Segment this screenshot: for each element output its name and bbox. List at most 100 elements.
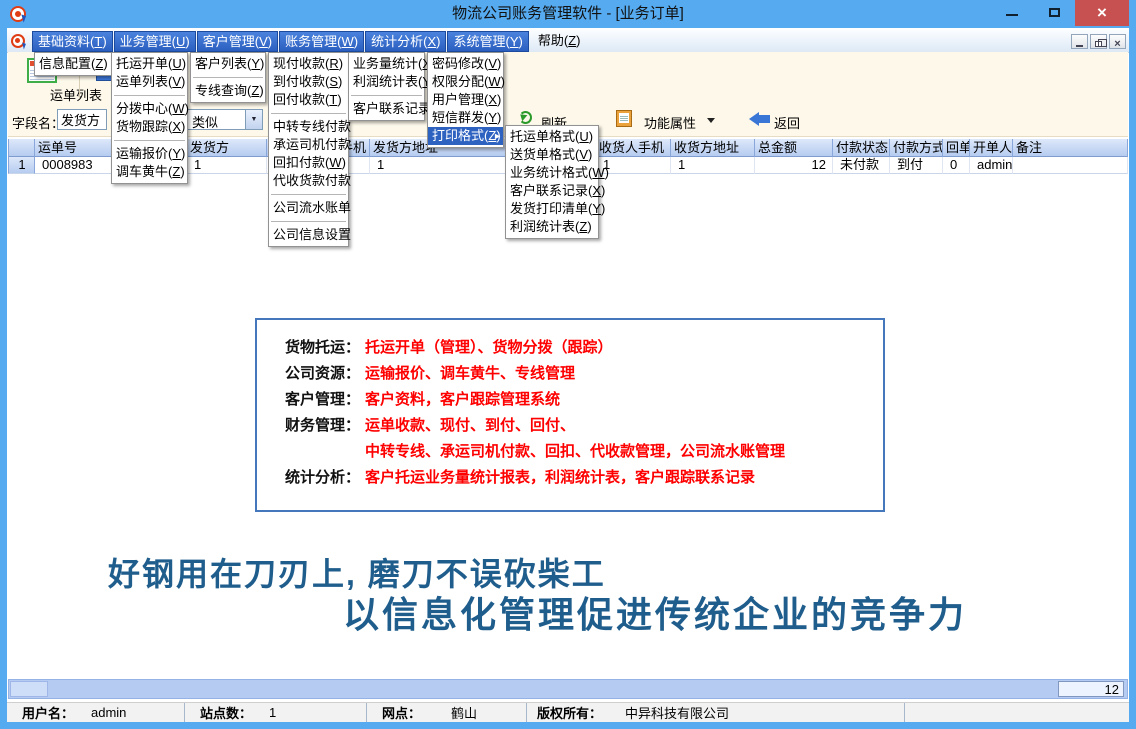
table-cell[interactable]: 1 (8, 157, 35, 174)
submenu-arrow-icon: ► (493, 127, 502, 145)
menu-item[interactable]: 短信群发(Y) (428, 109, 503, 127)
column-header[interactable]: 收货人手机 (596, 139, 671, 157)
column-header[interactable] (8, 139, 35, 157)
menu-item[interactable]: 送货单格式(V) (506, 146, 598, 164)
status-label: 网点： (367, 703, 451, 722)
menubar-item-finance[interactable]: 账务管理(W) (279, 31, 364, 52)
scrollbar-thumb[interactable] (10, 681, 48, 697)
match-mode-select[interactable]: 类似 ▼ (187, 109, 263, 130)
menu-item[interactable]: 现付收款(R) (269, 55, 348, 73)
status-value: 1 (269, 705, 276, 720)
column-header[interactable]: 付款状态 (833, 139, 890, 157)
menu-item[interactable]: 到付收款(S) (269, 73, 348, 91)
menu-item[interactable]: 业务统计格式(W) (506, 164, 598, 182)
status-value: 鹤山 (451, 703, 477, 722)
mdi-minimize-button[interactable] (1071, 34, 1088, 49)
menu-item[interactable]: 打印格式(Z)► (428, 127, 503, 145)
table-cell[interactable]: 0 (943, 157, 970, 174)
menubar-item-system[interactable]: 系统管理(Y) (447, 31, 528, 52)
menu-item[interactable]: 调车黄牛(Z) (112, 163, 187, 181)
menu-item[interactable]: 运输报价(Y) (112, 145, 187, 163)
record-scrollbar[interactable]: 12 (8, 679, 1128, 699)
match-mode-value: 类似 (192, 112, 218, 131)
function-props-button[interactable]: 功能属性 (644, 113, 696, 132)
app-window: { "window": { "title": "物流公司账务管理软件 - [业务… (0, 0, 1136, 729)
menu-item[interactable]: 托运单格式(U) (506, 128, 598, 146)
menu-item[interactable]: 客户联系记录(X) (506, 182, 598, 200)
menu-item[interactable]: 代收货款付款 (269, 172, 348, 190)
field-name-input[interactable] (57, 109, 107, 130)
column-header[interactable]: 付款方式 (890, 139, 943, 157)
menu-item[interactable]: 回付收款(T) (269, 91, 348, 109)
status-panel: 版权所有：中异科技有限公司 (527, 703, 905, 722)
status-value: 中异科技有限公司 (625, 703, 729, 722)
menu-item[interactable]: 货物跟踪(X) (112, 118, 187, 136)
menu-item[interactable]: 承运司机付款 (269, 136, 348, 154)
menubar-item-statistics[interactable]: 统计分析(X) (365, 31, 446, 52)
table-cell[interactable]: 12 (755, 157, 833, 174)
column-header[interactable]: 发货方 (187, 139, 267, 157)
function-props-icon (616, 110, 632, 127)
business-menu: 托运开单(U)运单列表(V) 分拨中心(W)货物跟踪(X) 运输报价(Y)调车黄牛(… (111, 52, 188, 184)
menu-item[interactable]: 用户管理(X) (428, 91, 503, 109)
column-header[interactable]: 备注 (1013, 139, 1128, 157)
table-cell[interactable]: 到付 (890, 157, 943, 174)
info-line: 统计分析：客户托运业务量统计报表，利润统计表，客户跟踪联系记录 (285, 465, 883, 491)
function-props-dropdown-icon[interactable] (707, 118, 715, 127)
menu-separator (349, 91, 424, 100)
maximize-button[interactable] (1033, 0, 1075, 26)
info-line-label: 公司资源： (285, 361, 365, 387)
info-line-label: 财务管理： (285, 413, 365, 439)
mdi-restore-button[interactable] (1090, 34, 1107, 49)
menubar-item-customer[interactable]: 客户管理(V) (197, 31, 278, 52)
menu-separator (269, 217, 348, 226)
menubar-item-help[interactable]: 帮助(Z) (533, 31, 586, 52)
menubar-item-base-data[interactable]: 基础资料(T) (32, 31, 113, 52)
menu-item[interactable]: 中转专线付款 (269, 118, 348, 136)
menu-item[interactable]: 托运开单(U) (112, 55, 187, 73)
table-cell[interactable]: 1 (187, 157, 267, 174)
menu-item[interactable]: 公司信息设置 (269, 226, 348, 244)
menu-item[interactable]: 运单列表(V) (112, 73, 187, 91)
status-panel (905, 703, 1129, 722)
back-button[interactable]: 返回 (774, 113, 800, 132)
minimize-icon (1006, 14, 1018, 16)
column-header[interactable]: 回单 (943, 139, 970, 157)
menu-item[interactable]: 信息配置(Z) (35, 55, 111, 73)
close-button[interactable]: × (1075, 0, 1129, 26)
info-line-label (285, 439, 365, 465)
chevron-down-icon[interactable]: ▼ (245, 110, 262, 129)
menu-separator (269, 109, 348, 118)
table-cell[interactable]: 1 (671, 157, 755, 174)
status-value: admin (91, 705, 126, 720)
menu-separator (112, 136, 187, 145)
mdi-close-icon: × (1114, 38, 1120, 50)
menu-separator (191, 73, 265, 82)
table-cell[interactable]: 未付款 (833, 157, 890, 174)
menu-item[interactable]: 利润统计表(Z) (506, 218, 598, 236)
menu-item[interactable]: 分拨中心(W) (112, 100, 187, 118)
menu-item[interactable]: 回扣付款(W) (269, 154, 348, 172)
menu-item[interactable]: 发货打印清单(Y) (506, 200, 598, 218)
statistics-menu: 业务量统计(X)利润统计表(Y) 客户联系记录 (348, 52, 425, 121)
menu-item[interactable]: 权限分配(W) (428, 73, 503, 91)
menu-item[interactable]: 密码修改(V) (428, 55, 503, 73)
menu-item[interactable]: 利润统计表(Y) (349, 73, 424, 91)
back-icon (749, 112, 771, 126)
menu-item[interactable]: 客户列表(Y) (191, 55, 265, 73)
mdi-close-button[interactable]: × (1109, 34, 1126, 49)
table-cell[interactable]: admin (970, 157, 1013, 174)
minimize-button[interactable] (991, 0, 1033, 26)
info-line-text: 托运开单（管理）、货物分拨（跟踪） (365, 335, 613, 361)
column-header[interactable]: 开单人 (970, 139, 1013, 157)
column-header[interactable]: 总金额 (755, 139, 833, 157)
info-line-text: 客户托运业务量统计报表，利润统计表，客户跟踪联系记录 (365, 465, 755, 491)
table-cell[interactable] (1013, 157, 1128, 174)
menu-item[interactable]: 业务量统计(X) (349, 55, 424, 73)
status-label: 站点数： (185, 703, 269, 722)
menu-item[interactable]: 公司流水账单 (269, 199, 348, 217)
menu-item[interactable]: 客户联系记录 (349, 100, 424, 118)
menubar-item-business[interactable]: 业务管理(U) (114, 31, 196, 52)
menu-item[interactable]: 专线查询(Z) (191, 82, 265, 100)
column-header[interactable]: 收货方地址 (671, 139, 755, 157)
